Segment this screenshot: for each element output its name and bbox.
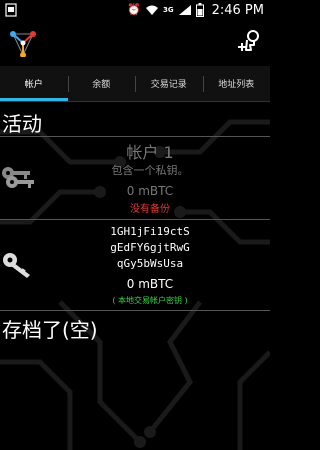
address-line: gEdFY6gjtRwG xyxy=(110,241,190,254)
key-icon xyxy=(3,253,30,278)
section-title-archived: 存档了(空) xyxy=(2,318,98,342)
signal-icon xyxy=(178,5,191,15)
tab-address-list[interactable]: 地址列表 xyxy=(202,66,271,101)
account-balance: 0 mBTC xyxy=(126,184,174,198)
action-bar xyxy=(0,20,270,66)
tab-bar: 帐户 余额 交易记录 地址列表 xyxy=(0,66,270,102)
tab-accounts[interactable]: 帐户 xyxy=(0,66,68,101)
alarm-icon: ⏰ xyxy=(127,3,141,16)
add-account-icon[interactable] xyxy=(236,28,262,56)
section-title-active: 活动 xyxy=(2,112,42,136)
key-note: ( 本地交易帐户密钥 ) xyxy=(112,296,188,305)
keys-icon xyxy=(2,167,34,188)
tab-transactions[interactable]: 交易记录 xyxy=(135,66,203,101)
address-line: 1GH1jFi19ctS xyxy=(110,225,190,238)
key-info: 1GH1jFi19ctS gEdFY6gjtRwG qGy5bWsUsa 0 m… xyxy=(50,224,250,308)
network-type: 3G xyxy=(162,6,174,14)
status-bar: ⏰ 3G 2:46 PM xyxy=(0,0,270,20)
key-balance: 0 mBTC xyxy=(126,277,174,291)
tab-balance[interactable]: 余额 xyxy=(67,66,136,101)
key-row[interactable]: 1GH1jFi19ctS gEdFY6gjtRwG qGy5bWsUsa 0 m… xyxy=(0,220,270,310)
divider xyxy=(0,310,270,311)
account-description: 包含一个私钥。 xyxy=(111,164,189,177)
app-logo-icon[interactable] xyxy=(9,29,37,57)
wifi-icon xyxy=(145,5,158,15)
battery-icon xyxy=(195,3,204,17)
screenshot-icon xyxy=(5,3,17,17)
account-name: 帐户 1 xyxy=(126,143,174,162)
clock: 2:46 PM xyxy=(211,2,264,18)
address-line: qGy5bWsUsa xyxy=(116,257,184,270)
backup-warning: 没有备份 xyxy=(130,204,170,215)
account-info: 帐户 1 包含一个私钥。 0 mBTC 没有备份 xyxy=(50,143,250,217)
account-row[interactable]: 帐户 1 包含一个私钥。 0 mBTC 没有备份 xyxy=(0,137,270,219)
